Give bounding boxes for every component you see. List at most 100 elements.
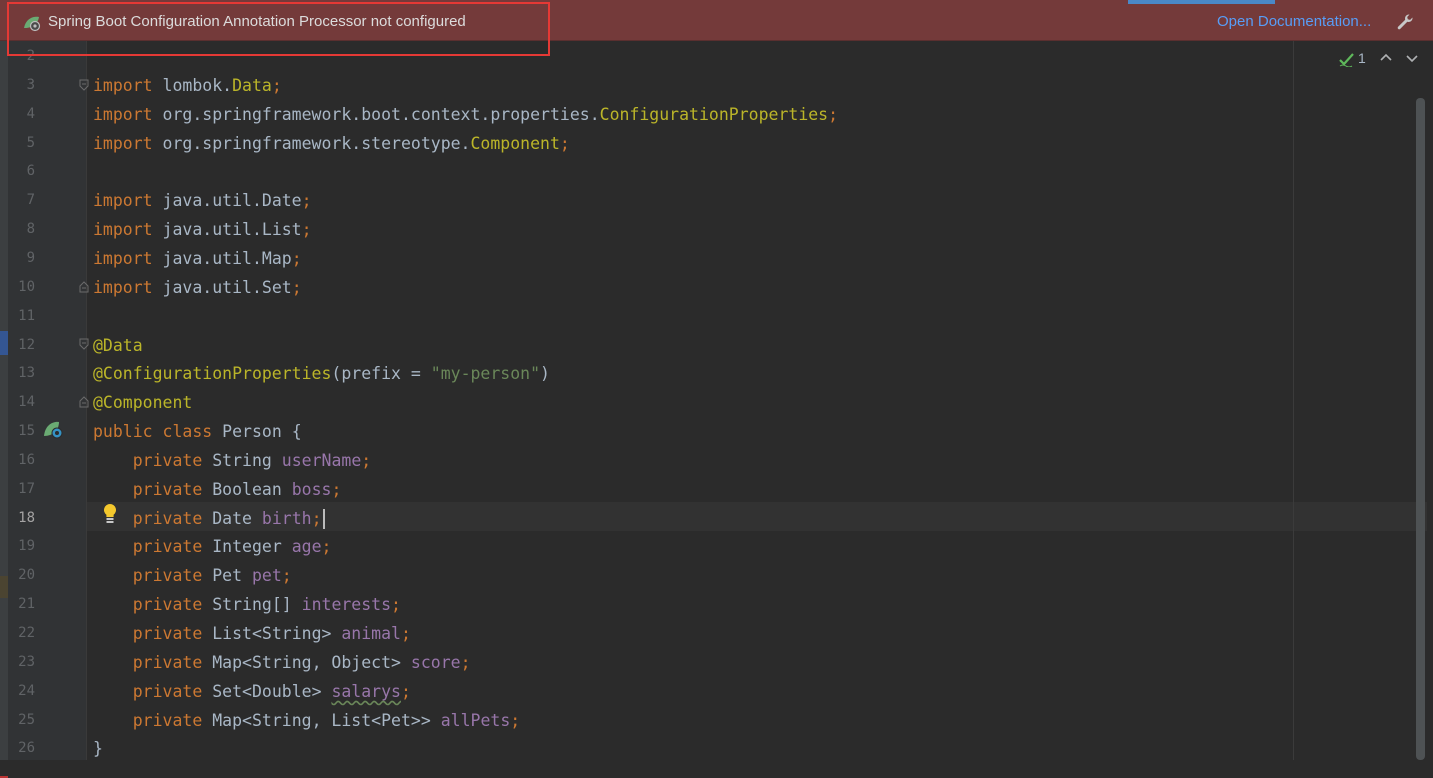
code-token: ; bbox=[400, 681, 411, 701]
code-line[interactable]: import java.util.Date; bbox=[93, 186, 312, 215]
code-token: ConfigurationProperties bbox=[599, 104, 829, 124]
code-line[interactable]: private Date birth; bbox=[93, 504, 325, 533]
fold-marker-icon[interactable] bbox=[79, 79, 89, 91]
line-number[interactable]: 16 bbox=[8, 452, 35, 468]
code-token: ; bbox=[828, 104, 839, 124]
code-line[interactable]: import java.util.List; bbox=[93, 215, 312, 244]
code-line[interactable]: } bbox=[93, 734, 103, 763]
marker bbox=[0, 576, 8, 598]
line-number[interactable]: 10 bbox=[8, 279, 35, 295]
line-number[interactable]: 3 bbox=[8, 77, 35, 93]
notification-banner: Spring Boot Configuration Annotation Pro… bbox=[0, 0, 1433, 56]
code-token: private bbox=[132, 566, 203, 586]
code-token: "my-person" bbox=[430, 364, 541, 384]
code-token: import bbox=[93, 75, 153, 95]
code-token: public class bbox=[93, 422, 213, 442]
code-line[interactable]: private String[] interests; bbox=[93, 590, 401, 619]
code-line[interactable]: @Data bbox=[93, 331, 143, 360]
code-token: java.util.List bbox=[152, 220, 302, 240]
code-token: java.util.Date bbox=[152, 191, 302, 211]
line-number[interactable]: 13 bbox=[8, 365, 35, 381]
code-token: Person { bbox=[212, 422, 302, 442]
scrollbar-thumb[interactable] bbox=[1416, 98, 1425, 760]
line-number[interactable]: 22 bbox=[8, 625, 35, 641]
code-line[interactable]: public class Person { bbox=[93, 417, 302, 446]
line-number[interactable]: 11 bbox=[8, 308, 35, 324]
line-number[interactable]: 2 bbox=[8, 48, 35, 64]
code-token: allPets bbox=[440, 710, 511, 730]
code-token: ; bbox=[361, 450, 372, 470]
line-number[interactable]: 15 bbox=[8, 423, 35, 439]
wrench-icon[interactable] bbox=[1396, 13, 1414, 31]
code-line[interactable]: private Pet pet; bbox=[93, 561, 292, 590]
code-line[interactable]: @ConfigurationProperties(prefix = "my-pe… bbox=[93, 359, 550, 388]
line-number[interactable]: 23 bbox=[8, 654, 35, 670]
fold-marker-icon[interactable] bbox=[79, 396, 89, 408]
code-token: boss bbox=[291, 479, 332, 499]
check-icon bbox=[1339, 53, 1354, 67]
active-tab-indicator bbox=[1128, 0, 1275, 4]
lightbulb-icon[interactable] bbox=[102, 503, 118, 525]
fold-marker-icon[interactable] bbox=[79, 338, 89, 350]
code-token: String[] bbox=[202, 595, 302, 615]
code-token: interests bbox=[301, 595, 392, 615]
line-number[interactable]: 4 bbox=[8, 106, 35, 122]
code-line[interactable]: private Set<Double> salarys; bbox=[93, 677, 411, 706]
spring-bean-icon[interactable] bbox=[42, 420, 64, 440]
line-number[interactable]: 20 bbox=[8, 567, 35, 583]
code-token: ; bbox=[460, 652, 471, 672]
line-number[interactable]: 6 bbox=[8, 163, 35, 179]
code-token: private bbox=[132, 652, 203, 672]
line-number[interactable]: 8 bbox=[8, 221, 35, 237]
code-line[interactable]: private Integer age; bbox=[93, 532, 332, 561]
line-number[interactable]: 7 bbox=[8, 192, 35, 208]
line-number[interactable]: 26 bbox=[8, 740, 35, 756]
line-number[interactable]: 9 bbox=[8, 250, 35, 266]
line-number[interactable]: 21 bbox=[8, 596, 35, 612]
line-number[interactable]: 12 bbox=[8, 337, 35, 353]
code-line[interactable]: private String userName; bbox=[93, 446, 371, 475]
code-token: private bbox=[132, 710, 203, 730]
text-caret bbox=[322, 509, 325, 530]
code-token: import bbox=[93, 104, 153, 124]
code-token: private bbox=[132, 508, 203, 528]
open-documentation-link[interactable]: Open Documentation... bbox=[1217, 13, 1371, 30]
line-number[interactable]: 25 bbox=[8, 712, 35, 728]
code-line[interactable]: import java.util.Map; bbox=[93, 244, 302, 273]
line-number[interactable]: 14 bbox=[8, 394, 35, 410]
code-token: Date bbox=[202, 508, 262, 528]
code-token: ; bbox=[321, 537, 332, 557]
code-token: import bbox=[93, 220, 153, 240]
code-line[interactable]: import java.util.Set; bbox=[93, 273, 302, 302]
fold-marker-icon[interactable] bbox=[79, 281, 89, 293]
code-line[interactable]: import org.springframework.stereotype.Co… bbox=[93, 129, 570, 158]
code-token: @Component bbox=[93, 393, 193, 413]
line-number[interactable]: 24 bbox=[8, 683, 35, 699]
line-number[interactable]: 5 bbox=[8, 135, 35, 151]
chevron-up-icon[interactable] bbox=[1378, 50, 1394, 66]
selection-marker bbox=[0, 331, 8, 355]
code-token: import bbox=[93, 133, 153, 153]
code-line[interactable]: import lombok.Data; bbox=[93, 71, 282, 100]
line-number[interactable]: 17 bbox=[8, 481, 35, 497]
code-token: private bbox=[132, 537, 203, 557]
code-line[interactable]: import org.springframework.boot.context.… bbox=[93, 100, 838, 129]
code-token: lombok. bbox=[152, 75, 233, 95]
code-token: import bbox=[93, 191, 153, 211]
line-number[interactable]: 19 bbox=[8, 538, 35, 554]
code-token: ; bbox=[391, 595, 401, 615]
code-token: birth bbox=[261, 508, 312, 528]
code-line[interactable]: private Map<String, Object> score; bbox=[93, 648, 471, 677]
line-number[interactable]: 18 bbox=[8, 510, 35, 526]
code-line[interactable]: private List<String> animal; bbox=[93, 619, 411, 648]
code-token: score bbox=[410, 652, 461, 672]
code-line[interactable]: private Boolean boss; bbox=[93, 475, 342, 504]
code-token: ; bbox=[311, 508, 322, 528]
code-token: private bbox=[132, 450, 203, 470]
code-line[interactable]: @Component bbox=[93, 388, 192, 417]
code-token: java.util.Set bbox=[152, 277, 292, 297]
code-line[interactable]: private Map<String, List<Pet>> allPets; bbox=[93, 706, 520, 735]
